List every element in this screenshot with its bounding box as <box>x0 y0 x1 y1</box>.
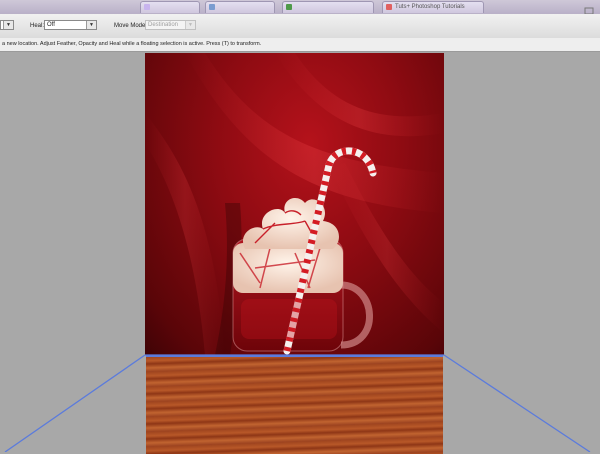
title-bar: Tuts+ Photoshop Tutorials <box>0 0 600 15</box>
canvas-area[interactable] <box>0 52 600 454</box>
chevron-down-icon: ▼ <box>86 21 96 29</box>
chevron-down-icon: ▼ <box>185 21 195 29</box>
hint-bar: a new location. Adjust Feather, Opacity … <box>0 38 600 52</box>
tab-label: Tuts+ Photoshop Tutorials <box>395 4 465 10</box>
browser-tab-2[interactable] <box>205 1 275 13</box>
heal-value: Off <box>47 22 55 28</box>
window-control-icon[interactable] <box>584 2 594 15</box>
wood-table-layer[interactable] <box>146 355 443 454</box>
heal-dropdown[interactable]: Off ▼ <box>44 20 97 30</box>
move-mode-value: Destination <box>148 22 179 28</box>
hot-cocoa-artwork <box>145 53 444 355</box>
tab-favicon-icon <box>386 4 392 10</box>
tab-favicon-icon <box>209 4 215 10</box>
browser-tab-3[interactable] <box>282 1 374 13</box>
tool-options-bar: ▼ Heal: Off ▼ Move Mode: Destination ▼ <box>0 14 600 39</box>
browser-tab-1[interactable] <box>140 1 200 13</box>
browser-tab-4[interactable]: Tuts+ Photoshop Tutorials <box>382 1 484 13</box>
tab-favicon-icon <box>286 4 292 10</box>
heal-label: Heal: <box>30 23 45 29</box>
tab-favicon-icon <box>144 4 150 10</box>
hint-text: a new location. Adjust Feather, Opacity … <box>2 41 262 47</box>
move-mode-dropdown[interactable]: Destination ▼ <box>145 20 196 30</box>
document-canvas[interactable] <box>145 53 444 355</box>
move-mode-label: Move Mode: <box>114 23 148 29</box>
chevron-down-icon: ▼ <box>3 21 13 29</box>
tool-preset-dropdown[interactable]: ▼ <box>0 20 14 30</box>
